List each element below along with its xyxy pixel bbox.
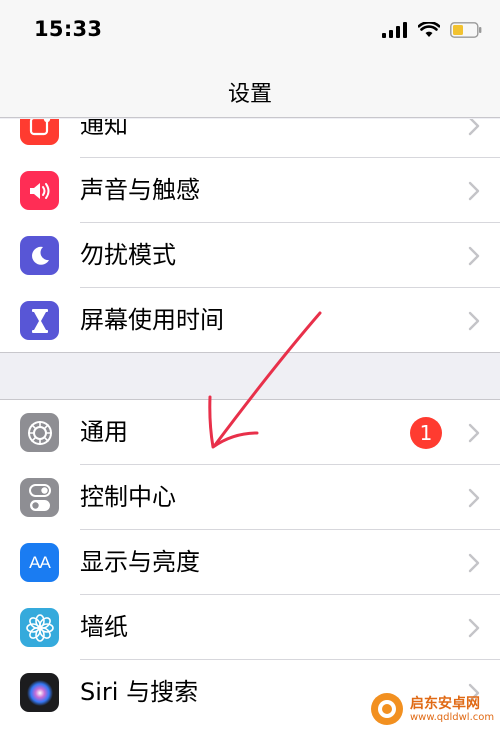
chevron-right-icon xyxy=(468,618,480,638)
flower-icon xyxy=(20,608,59,647)
chevron-right-icon xyxy=(468,246,480,266)
toggle-icon xyxy=(20,478,59,517)
annotation-arrow-icon xyxy=(208,311,322,449)
gear-icon xyxy=(20,413,59,452)
settings-row-control-center[interactable]: 控制中心 xyxy=(0,465,500,530)
status-bar: 15:33 xyxy=(0,0,500,62)
chevron-right-icon xyxy=(468,311,480,331)
settings-row-label: Siri 与搜索 xyxy=(80,678,199,706)
settings-row-do-not-disturb[interactable]: 勿扰模式 xyxy=(0,223,500,288)
settings-row-label: 控制中心 xyxy=(80,483,176,511)
settings-row-label: 勿扰模式 xyxy=(80,241,176,269)
notification-badge: 1 xyxy=(410,417,442,449)
siri-icon xyxy=(20,673,59,712)
status-icons xyxy=(382,18,482,42)
watermark-logo-icon xyxy=(371,693,403,725)
chevron-right-icon xyxy=(468,553,480,573)
settings-row-sounds[interactable]: 声音与触感 xyxy=(0,158,500,223)
chevron-right-icon xyxy=(468,119,480,136)
nav-bar: 设置 xyxy=(0,62,500,118)
settings-row-label: 墙纸 xyxy=(80,613,128,641)
signal-icon xyxy=(382,22,407,38)
watermark-url: www.qdldwl.com xyxy=(410,711,495,723)
settings-row-label: 通用 xyxy=(80,418,128,446)
moon-icon xyxy=(20,236,59,275)
chevron-right-icon xyxy=(468,181,480,201)
chevron-right-icon xyxy=(468,423,480,443)
hourglass-icon xyxy=(20,301,59,340)
watermark: 启东安卓网 www.qdldwl.com xyxy=(370,686,500,732)
text-size-icon: AA xyxy=(20,543,59,582)
text-size-glyph: AA xyxy=(29,552,51,572)
settings-row-label: 显示与亮度 xyxy=(80,548,200,576)
settings-row-label: 声音与触感 xyxy=(80,176,200,204)
status-time: 15:33 xyxy=(34,17,103,41)
settings-row-display[interactable]: AA 显示与亮度 xyxy=(0,530,500,595)
watermark-name: 启东安卓网 xyxy=(410,695,480,712)
page-title: 设置 xyxy=(227,82,272,107)
battery-icon xyxy=(450,22,482,38)
watermark-text: 启东安卓网 www.qdldwl.com xyxy=(410,696,494,723)
speaker-icon xyxy=(20,171,59,210)
chevron-right-icon xyxy=(468,488,480,508)
settings-row-wallpaper[interactable]: 墙纸 xyxy=(0,595,500,660)
wifi-icon xyxy=(418,22,440,37)
